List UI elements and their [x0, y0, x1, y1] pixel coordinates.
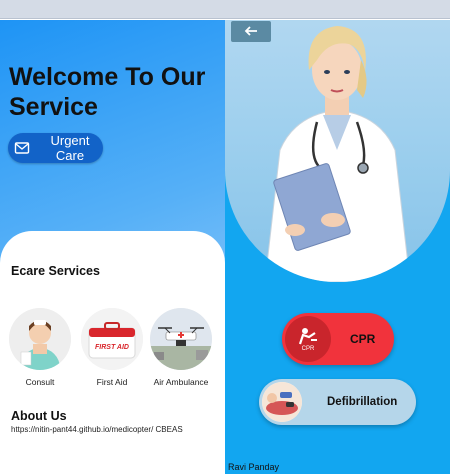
top-window-bar [0, 0, 450, 19]
welcome-line-2: Service [9, 93, 98, 121]
mail-icon [14, 140, 30, 156]
welcome-line-1: Welcome To Our [9, 63, 206, 91]
doctor-illustration [225, 20, 450, 282]
nurse-icon [9, 308, 71, 370]
service-air-ambulance-label: Air Ambulance [153, 377, 209, 387]
services-title: Ecare Services [11, 264, 100, 278]
service-first-aid[interactable]: FIRST AID First Aid [80, 308, 144, 387]
defibrillation-label: Defibrillation [327, 396, 398, 408]
home-panel: Welcome To Our Service Urgent Care Ecare… [0, 20, 225, 474]
service-consult[interactable]: Consult [8, 308, 72, 387]
service-air-ambulance[interactable]: Air Ambulance [149, 308, 213, 387]
defibrillation-button[interactable]: Defibrillation [259, 379, 416, 425]
service-first-aid-label: First Aid [96, 377, 128, 387]
drone-icon [150, 308, 212, 370]
cpr-icon: CPR [285, 316, 331, 362]
welcome-heading: Welcome To Our Service [9, 62, 219, 122]
cpr-button[interactable]: CPR CPR [282, 313, 394, 365]
urgent-care-button[interactable]: Urgent Care [8, 133, 103, 163]
services-card: Ecare Services Consult FIRST AID First A… [0, 231, 225, 474]
svg-text:FIRST AID: FIRST AID [95, 344, 129, 351]
service-consult-label: Consult [25, 377, 55, 387]
cpr-label: CPR [350, 332, 376, 346]
urgent-care-label: Urgent Care [50, 133, 90, 163]
defibrillator-icon [262, 382, 302, 422]
first-aid-kit-icon: FIRST AID [81, 308, 143, 370]
author-credit: Ravi Panday [228, 462, 280, 472]
back-button[interactable] [231, 21, 271, 42]
about-title: About Us [11, 409, 67, 423]
cpr-badge-label: CPR [301, 345, 315, 352]
emergency-panel: CPR CPR Defibrillation Ravi Panday [225, 20, 450, 474]
arrow-left-icon [244, 23, 258, 41]
about-url[interactable]: https://nitin-pant44.github.io/medicopte… [11, 425, 211, 435]
